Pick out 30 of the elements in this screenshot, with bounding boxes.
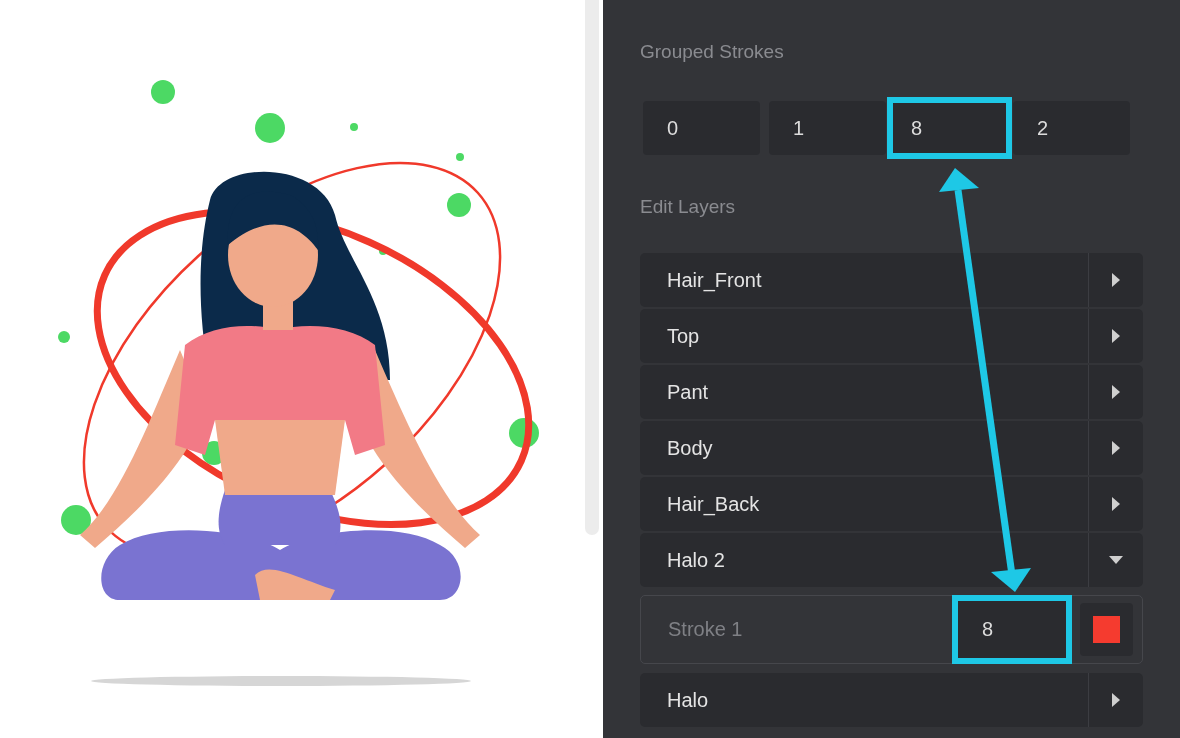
layer-name: Hair_Back [666,492,761,516]
layer-name: Pant [666,380,710,404]
input-field[interactable]: 8 [887,97,1012,159]
caret-right-icon [1112,693,1120,707]
caret-right-icon [1112,273,1120,287]
caret-right-icon [1112,329,1120,343]
layer-row[interactable]: Hair_Front [640,253,1143,307]
layer-name: Halo 2 [666,548,726,572]
layer-name: Top [666,324,701,348]
caret-right-icon [1112,385,1120,399]
input-field[interactable]: 1 [769,101,886,155]
layer-name: Hair_Front [666,268,763,292]
caret-down-icon [1109,556,1123,564]
layer-name: Halo [666,688,710,712]
layer-row[interactable]: Top [640,309,1143,363]
input-field[interactable]: 8 [952,595,1072,664]
layer-row[interactable]: Pant [640,365,1143,419]
section-title: Edit Layers [640,195,737,219]
layer-name: Body [666,436,714,460]
layer-row[interactable]: Hair_Back [640,477,1143,531]
layer-row[interactable]: Halo 2 [640,533,1143,587]
layer-row[interactable]: Body [640,421,1143,475]
section-title: Grouped Strokes [640,40,785,64]
color-swatch[interactable] [1080,603,1133,656]
caret-right-icon [1112,441,1120,455]
input-field[interactable]: 2 [1013,101,1130,155]
layer-row[interactable]: Halo [640,673,1143,727]
input-field[interactable]: 0 [643,101,760,155]
caret-right-icon [1112,497,1120,511]
stroke-name: Stroke 1 [667,618,744,641]
